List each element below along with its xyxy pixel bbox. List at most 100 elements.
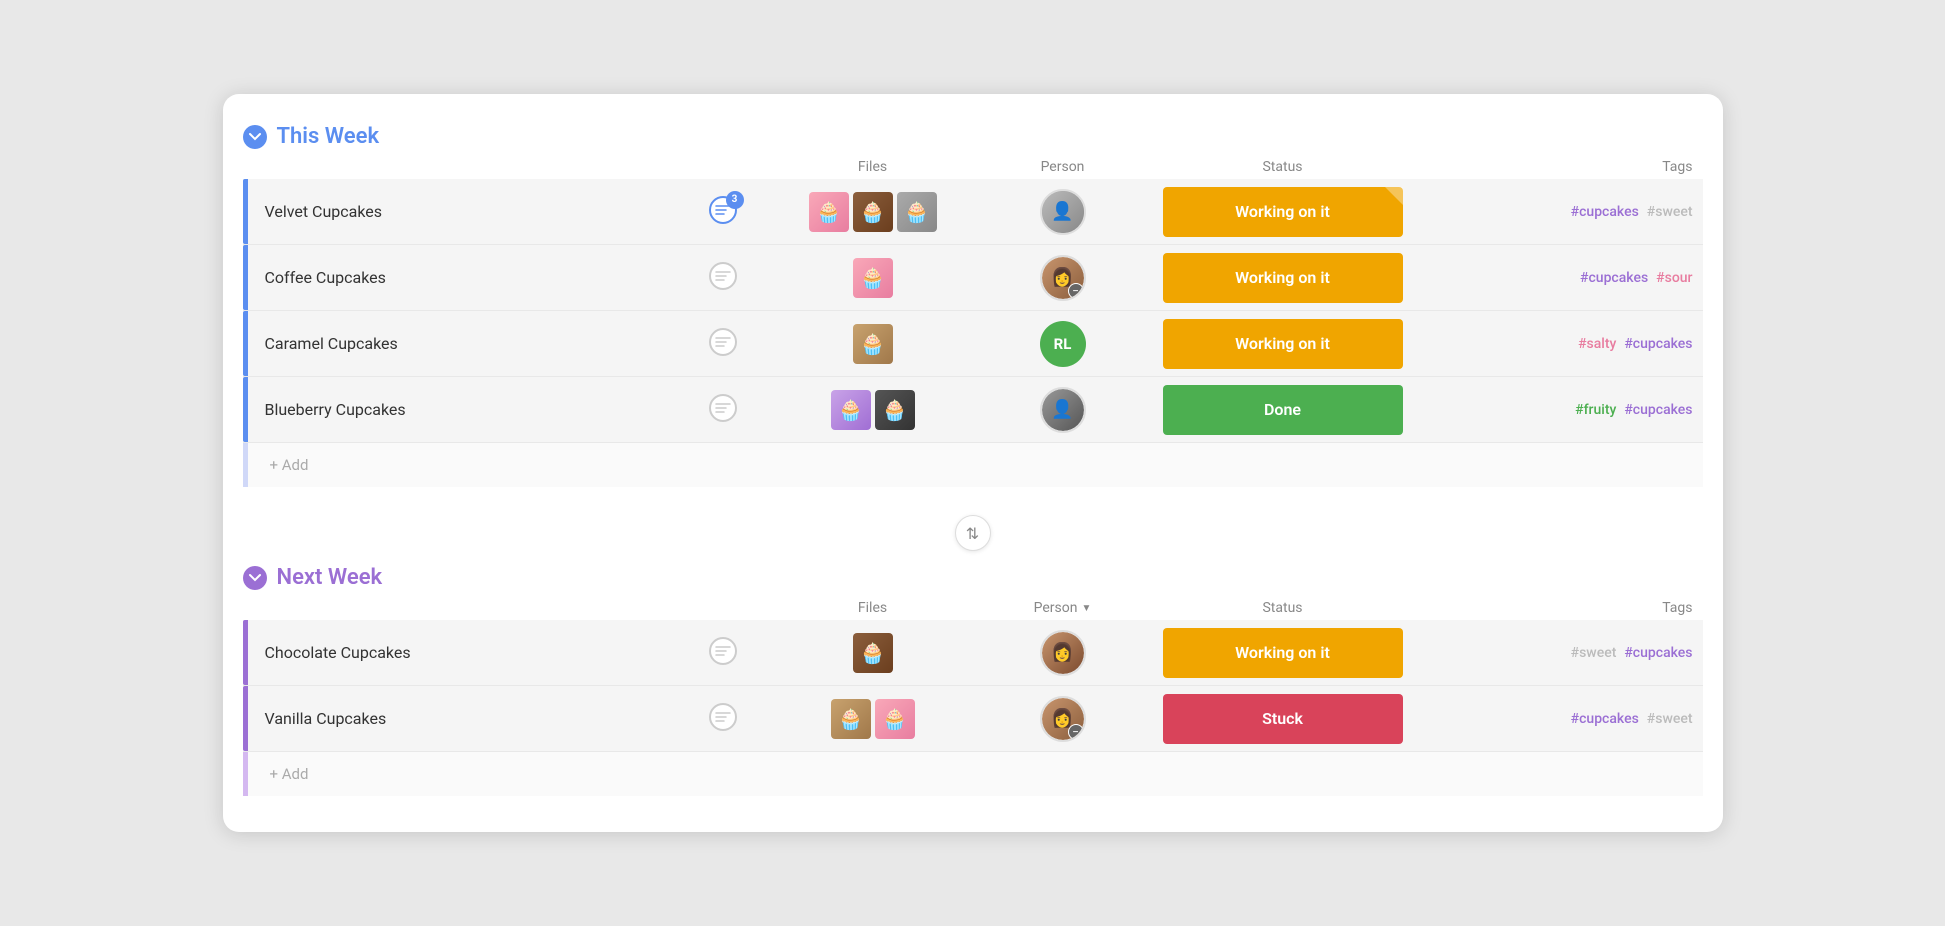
status-badge[interactable]: Working on it xyxy=(1163,628,1403,678)
person-dropdown-arrow[interactable]: ▼ xyxy=(1081,603,1091,614)
tag[interactable]: #salty xyxy=(1578,336,1616,352)
file-thumb: 🧁 xyxy=(809,192,849,232)
row-tags: #fruity #cupcakes xyxy=(1423,402,1703,418)
row-files: 🧁 🧁 xyxy=(763,699,983,739)
col-header-files-tw: Files xyxy=(763,159,983,175)
next-week-title: Next Week xyxy=(277,565,383,590)
comment-badge: 3 xyxy=(726,191,744,209)
col-header-files-nw: Files xyxy=(763,600,983,616)
col-header-name xyxy=(279,159,683,175)
comment-icon[interactable] xyxy=(708,702,738,736)
row-tags: #salty #cupcakes xyxy=(1423,336,1703,352)
tag[interactable]: #sweet xyxy=(1647,711,1693,727)
row-comment[interactable] xyxy=(683,702,763,736)
row-border xyxy=(243,245,248,310)
next-week-col-headers: Files Person ▼ Status Tags xyxy=(243,600,1703,620)
tag[interactable]: #fruity xyxy=(1575,402,1616,418)
row-item-name: Vanilla Cupcakes xyxy=(243,709,683,728)
tag[interactable]: #sweet xyxy=(1647,204,1693,220)
row-files: 🧁 xyxy=(763,258,983,298)
next-week-section: Next Week Files Person ▼ Status Tags Cho… xyxy=(243,559,1703,796)
row-status[interactable]: Stuck xyxy=(1143,694,1423,744)
this-week-title: This Week xyxy=(277,124,380,149)
row-comment[interactable]: 3 xyxy=(683,195,763,229)
file-thumb: 🧁 xyxy=(853,633,893,673)
row-status[interactable]: Working on it xyxy=(1143,253,1423,303)
col-header-tags-tw: Tags xyxy=(1423,159,1703,175)
file-thumb: 🧁 xyxy=(831,390,871,430)
row-border xyxy=(243,311,248,376)
row-border xyxy=(243,686,248,751)
tag[interactable]: #cupcakes xyxy=(1624,402,1692,418)
table-row: Coffee Cupcakes 🧁 👩 − xyxy=(243,245,1703,311)
avatar: 👩 xyxy=(1040,630,1086,676)
this-week-section: This Week Files Person Status Tags Velve… xyxy=(243,118,1703,487)
status-badge[interactable]: Working on it xyxy=(1163,187,1403,237)
row-files: 🧁 🧁 🧁 xyxy=(763,192,983,232)
row-status[interactable]: Done xyxy=(1143,385,1423,435)
sort-button[interactable]: ⇅ xyxy=(955,515,991,551)
tag[interactable]: #sour xyxy=(1656,270,1692,286)
main-container: This Week Files Person Status Tags Velve… xyxy=(223,94,1723,832)
row-status[interactable]: Working on it xyxy=(1143,187,1423,237)
row-comment[interactable] xyxy=(683,636,763,670)
table-row: Caramel Cupcakes 🧁 RL Workin xyxy=(243,311,1703,377)
row-item-name: Velvet Cupcakes xyxy=(243,202,683,221)
col-header-status-tw: Status xyxy=(1143,159,1423,175)
comment-icon[interactable] xyxy=(708,393,738,427)
row-comment[interactable] xyxy=(683,393,763,427)
row-comment[interactable] xyxy=(683,261,763,295)
row-tags: #sweet #cupcakes xyxy=(1423,645,1703,661)
row-item-name: Blueberry Cupcakes xyxy=(243,400,683,419)
tag[interactable]: #cupcakes xyxy=(1571,711,1639,727)
col-header-status-nw: Status xyxy=(1143,600,1423,616)
avatar: 👩 − xyxy=(1040,696,1086,742)
row-border xyxy=(243,377,248,442)
status-badge[interactable]: Working on it xyxy=(1163,319,1403,369)
comment-icon[interactable] xyxy=(708,261,738,295)
comment-icon[interactable] xyxy=(708,636,738,670)
row-person: 👩 − xyxy=(983,696,1143,742)
avatar: 👩 − xyxy=(1040,255,1086,301)
col-header-person-nw: Person ▼ xyxy=(983,600,1143,616)
row-tags: #cupcakes #sour xyxy=(1423,270,1703,286)
next-week-header: Next Week xyxy=(243,559,1703,600)
col-header-name xyxy=(279,600,683,616)
tag[interactable]: #cupcakes xyxy=(1571,204,1639,220)
table-row: Vanilla Cupcakes 🧁 🧁 👩 xyxy=(243,686,1703,752)
table-row: Velvet Cupcakes 3 🧁 🧁 🧁 xyxy=(243,179,1703,245)
avatar: 👤 xyxy=(1040,387,1086,433)
row-border xyxy=(243,620,248,685)
tag[interactable]: #cupcakes xyxy=(1624,645,1692,661)
this-week-collapse-button[interactable] xyxy=(243,125,267,149)
file-thumb: 🧁 xyxy=(875,390,915,430)
col-header-comment xyxy=(683,159,763,175)
row-person: 👤 xyxy=(983,387,1143,433)
row-person: 👤 xyxy=(983,189,1143,235)
next-week-collapse-button[interactable] xyxy=(243,566,267,590)
divider-row: ⇅ xyxy=(243,499,1703,559)
comment-icon[interactable] xyxy=(708,327,738,361)
tag[interactable]: #cupcakes xyxy=(1624,336,1692,352)
row-status[interactable]: Working on it xyxy=(1143,319,1423,369)
add-row-this-week[interactable]: + Add xyxy=(243,443,1703,487)
add-row-next-week[interactable]: + Add xyxy=(243,752,1703,796)
row-item-name: Caramel Cupcakes xyxy=(243,334,683,353)
row-person: 👩 − xyxy=(983,255,1143,301)
tag[interactable]: #sweet xyxy=(1571,645,1617,661)
row-status[interactable]: Working on it xyxy=(1143,628,1423,678)
status-badge[interactable]: Working on it xyxy=(1163,253,1403,303)
status-badge[interactable]: Done xyxy=(1163,385,1403,435)
comment-icon[interactable]: 3 xyxy=(708,195,738,229)
row-tags: #cupcakes #sweet xyxy=(1423,711,1703,727)
status-badge[interactable]: Stuck xyxy=(1163,694,1403,744)
avatar: 👤 xyxy=(1040,189,1086,235)
row-person: 👩 xyxy=(983,630,1143,676)
row-files: 🧁 🧁 xyxy=(763,390,983,430)
row-person: RL xyxy=(983,321,1143,367)
col-header-tags-nw: Tags xyxy=(1423,600,1703,616)
col-header-person-tw: Person xyxy=(983,159,1143,175)
minus-icon: − xyxy=(1068,283,1084,299)
row-comment[interactable] xyxy=(683,327,763,361)
tag[interactable]: #cupcakes xyxy=(1580,270,1648,286)
